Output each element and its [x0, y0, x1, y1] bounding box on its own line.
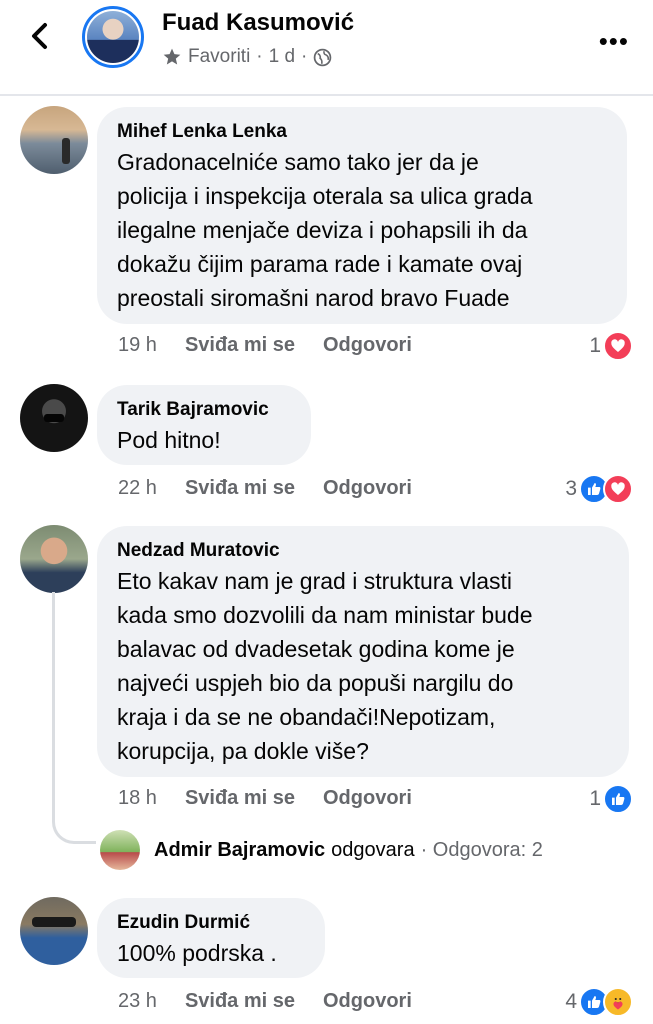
reply-avatar — [100, 830, 140, 870]
comment-author[interactable]: Nedzad Muratovic — [117, 538, 609, 564]
heart-icon — [603, 474, 633, 504]
comment-author[interactable]: Ezudin Durmić — [117, 910, 305, 936]
comment-text: Eto kakav nam je grad i struktura vlasti… — [117, 568, 533, 764]
globe-icon — [314, 48, 332, 66]
like-button[interactable]: Sviđa mi se — [185, 990, 295, 1013]
reply-author: Admir Bajramovic — [154, 838, 326, 861]
post-time[interactable]: 1 d — [269, 46, 295, 68]
comment-time[interactable]: 18 h — [118, 787, 157, 810]
comment-text: Pod hitno! — [117, 427, 221, 453]
comment-actions: 18 h Sviđa mi se Odgovori — [118, 787, 412, 810]
comment-bubble: Mihef Lenka Lenka Gradonacelniće samo ta… — [97, 107, 627, 324]
post-author-name[interactable]: Fuad Kasumović — [162, 9, 354, 37]
commenter-avatar[interactable] — [20, 897, 88, 965]
header-divider — [0, 94, 653, 96]
reply-button[interactable]: Odgovori — [323, 477, 412, 500]
star-icon — [163, 48, 181, 65]
comment-text: 100% podrska . — [117, 940, 277, 966]
comment-time[interactable]: 23 h — [118, 990, 157, 1013]
comment-bubble: Tarik Bajramovic Pod hitno! — [97, 385, 311, 465]
commenter-avatar[interactable] — [20, 525, 88, 593]
reply-button[interactable]: Odgovori — [323, 787, 412, 810]
commenter-avatar[interactable] — [20, 384, 88, 452]
comment-actions: 23 h Sviđa mi se Odgovori — [118, 990, 412, 1013]
more-options-icon[interactable]: ••• — [599, 26, 629, 57]
comment-time[interactable]: 19 h — [118, 334, 157, 357]
like-button[interactable]: Sviđa mi se — [185, 787, 295, 810]
author-avatar[interactable] — [82, 6, 144, 68]
favorites-label[interactable]: Favoriti — [188, 46, 250, 68]
commenter-avatar[interactable] — [20, 106, 88, 174]
post-meta: Favoriti · 1 d · — [162, 46, 332, 68]
comment-bubble: Ezudin Durmić 100% podrska . — [97, 898, 325, 978]
reaction-summary[interactable]: 3 — [565, 474, 633, 504]
thumbs-up-icon — [603, 784, 633, 814]
reply-verb: odgovara — [331, 838, 415, 861]
reaction-summary[interactable]: 1 — [589, 331, 633, 361]
meta-separator: · — [256, 46, 263, 67]
reaction-summary[interactable]: 4 — [565, 987, 633, 1017]
reaction-count: 4 — [565, 990, 577, 1013]
reaction-count: 1 — [589, 787, 601, 810]
reply-button[interactable]: Odgovori — [323, 990, 412, 1013]
reaction-count: 3 — [565, 477, 577, 500]
like-button[interactable]: Sviđa mi se — [185, 334, 295, 357]
like-button[interactable]: Sviđa mi se — [185, 477, 295, 500]
post-header: Fuad Kasumović Favoriti · 1 d · ••• — [0, 0, 653, 94]
comment-bubble: Nedzad Muratovic Eto kakav nam je grad i… — [97, 526, 629, 777]
comment-author[interactable]: Mihef Lenka Lenka — [117, 119, 607, 145]
reply-count: · Odgovora: 2 — [420, 838, 543, 861]
care-icon — [603, 987, 633, 1017]
reply-button[interactable]: Odgovori — [323, 334, 412, 357]
view-replies-link[interactable]: Admir Bajramovic odgovara · Odgovora: 2 — [100, 830, 543, 870]
comment-actions: 22 h Sviđa mi se Odgovori — [118, 477, 412, 500]
heart-icon — [603, 331, 633, 361]
meta-separator: · — [301, 46, 308, 67]
reply-thread-line — [52, 592, 96, 844]
back-arrow-icon[interactable] — [22, 18, 58, 54]
reaction-count: 1 — [589, 334, 601, 357]
comment-author[interactable]: Tarik Bajramovic — [117, 397, 291, 423]
comment-actions: 19 h Sviđa mi se Odgovori — [118, 334, 412, 357]
comment-text: Gradonacelniće samo tako jer da je polic… — [117, 149, 533, 311]
reaction-summary[interactable]: 1 — [589, 784, 633, 814]
comment-time[interactable]: 22 h — [118, 477, 157, 500]
